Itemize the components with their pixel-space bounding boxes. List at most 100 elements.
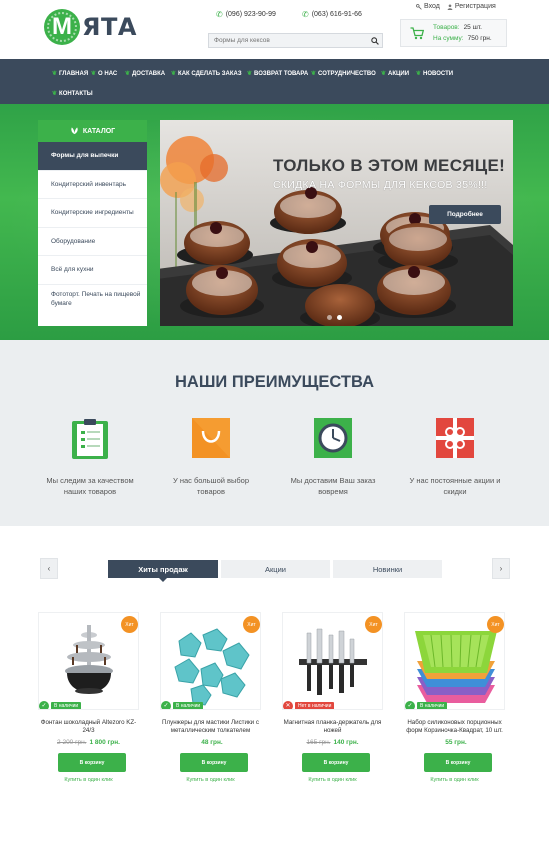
catalog-item-kitchen[interactable]: Всё для кухни — [38, 256, 147, 285]
product-image[interactable]: Хит ✓ В наличии — [404, 612, 505, 710]
product-name[interactable]: Магнитная планка-держатель для ножей — [282, 719, 383, 735]
product-name[interactable]: Набор силиконовых порционных форм Корзин… — [404, 719, 505, 735]
key-icon — [416, 3, 422, 10]
catalog-leaf-icon — [71, 127, 78, 135]
login-link[interactable]: Вход — [416, 3, 440, 10]
nav-label: Акции — [388, 70, 410, 77]
advantage-text: У нас постоянные акции и скидки — [400, 475, 510, 497]
cart-sum-value: 750 грн. — [467, 35, 492, 42]
catalog-header[interactable]: Каталог — [38, 120, 147, 142]
product-price: 2 200 грн. 1 800 грн. — [38, 739, 139, 746]
catalog-title: Каталог — [82, 127, 116, 135]
tab-new[interactable]: Новинки — [333, 560, 442, 578]
nav-label: Главная — [59, 70, 89, 77]
cart-sum-label: На сумму: — [433, 35, 464, 42]
nav-label: Как сделать заказ — [178, 70, 242, 77]
old-price: 165 грн. — [306, 739, 331, 746]
stock-label: Нет в наличии — [295, 701, 335, 709]
cart-items: Товаров: 25 шт. — [433, 24, 482, 31]
catalog-item-photo-cake[interactable]: Фототорт. Печать на пищевой бумаге — [38, 285, 147, 314]
phone-icon: ✆ — [302, 10, 309, 19]
add-to-cart-button[interactable]: В корзину — [424, 753, 492, 772]
search-input[interactable] — [209, 37, 368, 44]
tab-bestsellers[interactable]: Хиты продаж — [108, 560, 218, 582]
leaf-icon: ❦ — [52, 91, 58, 97]
stock-label: В наличии — [417, 701, 448, 709]
logo-badge: М — [44, 9, 80, 45]
current-price: 1 800 грн. — [89, 739, 120, 746]
nav-item-home[interactable]: ❦ Главная — [52, 70, 89, 78]
add-to-cart-button[interactable]: В корзину — [58, 753, 126, 772]
catalog-menu: Каталог Формы для выпечки Кондитерский и… — [38, 120, 147, 326]
nav-item-about[interactable]: ❦ О нас — [91, 70, 118, 78]
product-name[interactable]: Фонтан шоколадный Altezoro KZ-24/3 — [38, 719, 139, 735]
advantage-text: Мы доставим Ваш заказ вовремя — [278, 475, 388, 497]
register-label: Регистрация — [454, 3, 496, 10]
catalog-item-equipment[interactable]: Оборудование — [38, 228, 147, 256]
advantage-discounts: У нас постоянные акции и скидки — [400, 417, 510, 497]
buy-one-click-link[interactable]: Купить в один клик — [404, 777, 505, 783]
nav-item-how-to-order[interactable]: ❦ Как сделать заказ — [171, 70, 242, 78]
stock-label: В наличии — [173, 701, 204, 709]
advantage-line-1: У нас большой выбор — [172, 476, 250, 485]
check-icon: ✓ — [405, 700, 415, 709]
close-icon: ✕ — [283, 700, 293, 709]
product-price: 48 грн. — [160, 739, 261, 746]
catalog-item-inventory[interactable]: Кондитерский инвентарь — [38, 171, 147, 199]
advantage-line-2: наших товаров — [63, 487, 117, 496]
carousel-prev-button[interactable]: ‹ — [40, 558, 58, 579]
advantage-line-2: скидки — [443, 487, 467, 496]
nav-label: Новости — [423, 70, 454, 77]
nav-item-promotions[interactable]: ❦ Акции — [381, 70, 410, 78]
logo[interactable]: М ЯТА — [44, 9, 137, 45]
slide-subtitle: СКИДКА НА ФОРМЫ ДЛЯ КЕКСОВ 35%!!! — [273, 179, 488, 191]
add-to-cart-button[interactable]: В корзину — [180, 753, 248, 772]
product-image[interactable]: Хит ✕ Нет в наличии — [282, 612, 383, 710]
advantage-text: Мы следим за качеством наших товаров — [35, 475, 145, 497]
cart-widget[interactable]: Товаров: 25 шт. На сумму: 750 грн. — [400, 19, 507, 47]
buy-one-click-link[interactable]: Купить в один клик — [160, 777, 261, 783]
carousel-next-button[interactable]: › — [492, 558, 510, 579]
buy-one-click-link[interactable]: Купить в один клик — [282, 777, 383, 783]
nav-item-contacts[interactable]: ❦ Контакты — [52, 90, 93, 98]
slide-title: ТОЛЬКО В ЭТОМ МЕСЯЦЕ! — [273, 156, 506, 175]
advantages-section: НАШИ ПРЕИМУЩЕСТВА Мы следим за качеством… — [0, 340, 549, 526]
product-name[interactable]: Плунжеры для мастики Листики с металличе… — [160, 719, 261, 735]
slider-dots — [327, 315, 342, 320]
product-card: Хит ✓ В наличии Набор силиконовых порцио… — [404, 612, 505, 790]
advantage-line-1: Мы доставим Ваш заказ — [290, 476, 376, 485]
add-to-cart-button[interactable]: В корзину — [302, 753, 370, 772]
shopping-bag-icon — [192, 418, 230, 458]
leaf-icon: ❦ — [171, 71, 177, 77]
slider-dot-1[interactable] — [327, 315, 332, 320]
product-tabs-row: ‹ Хиты продаж Акции Новинки › — [0, 558, 549, 582]
stock-status: ✓ В наличии — [161, 700, 204, 709]
nav-item-news[interactable]: ❦ Новости — [416, 70, 454, 78]
slider-dot-2[interactable] — [337, 315, 342, 320]
phone-2[interactable]: ✆ (063) 616-91-66 — [302, 10, 362, 19]
catalog-item-label: Кондитерские ингредиенты — [51, 209, 134, 217]
nav-label: Доставка — [132, 70, 166, 77]
phone-1[interactable]: ✆ (096) 923-90-99 — [216, 10, 276, 19]
slide-more-button[interactable]: Подробнее — [429, 205, 501, 224]
leaf-icon: ❦ — [311, 71, 317, 77]
tab-promotions[interactable]: Акции — [221, 560, 330, 578]
phone-icon: ✆ — [216, 10, 223, 19]
leaf-icon: ❦ — [416, 71, 422, 77]
advantage-quality: Мы следим за качеством наших товаров — [35, 417, 145, 497]
nav-label: О нас — [98, 70, 118, 77]
buy-one-click-link[interactable]: Купить в один клик — [38, 777, 139, 783]
nav-label: Сотрудничество — [318, 70, 376, 77]
nav-item-delivery[interactable]: ❦ Доставка — [125, 70, 166, 78]
advantage-line-1: Мы следим за качеством — [46, 476, 134, 485]
register-link[interactable]: Регистрация — [447, 3, 496, 10]
promo-slider[interactable]: ТОЛЬКО В ЭТОМ МЕСЯЦЕ! СКИДКА НА ФОРМЫ ДЛ… — [160, 120, 513, 326]
product-image[interactable]: Хит ✓ В наличии — [160, 612, 261, 710]
nav-item-cooperation[interactable]: ❦ Сотрудничество — [311, 70, 376, 78]
catalog-item-ingredients[interactable]: Кондитерские ингредиенты — [38, 199, 147, 228]
nav-item-returns[interactable]: ❦ Возврат товара — [247, 70, 308, 78]
search-button[interactable] — [368, 34, 382, 47]
product-image[interactable]: Хит ✓ В наличии — [38, 612, 139, 710]
catalog-item-baking-forms[interactable]: Формы для выпечки — [38, 142, 147, 171]
hit-badge: Хит — [243, 616, 260, 633]
